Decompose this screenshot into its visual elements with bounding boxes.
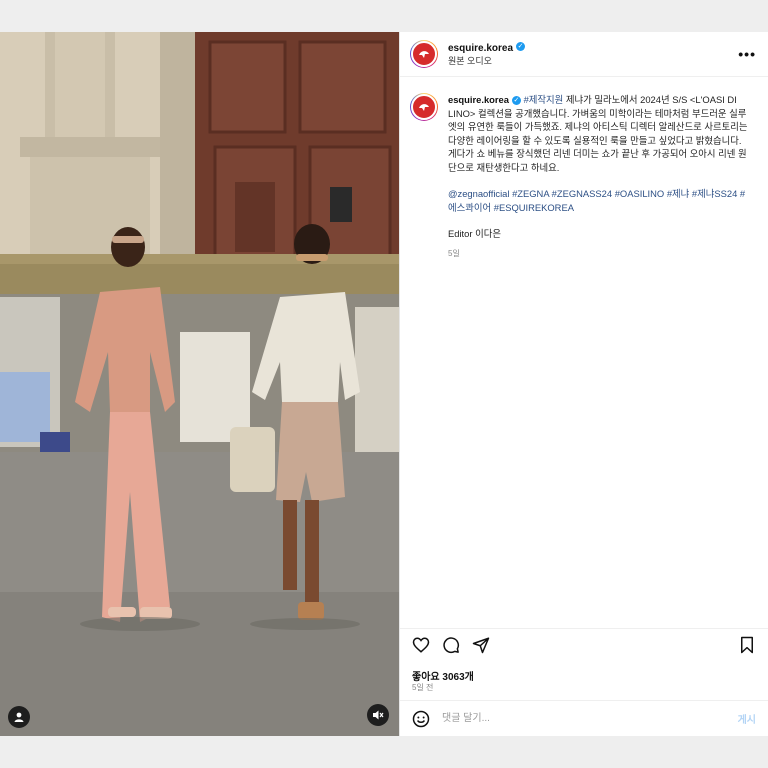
editor-name: 이다은 xyxy=(475,228,501,239)
editor-label: Editor xyxy=(448,228,473,239)
header-text: esquire.korea ✓ 원본 오디오 xyxy=(448,40,738,68)
comment-input[interactable] xyxy=(440,712,738,725)
user-tag-icon[interactable] xyxy=(8,706,30,728)
audio-label[interactable]: 원본 오디오 xyxy=(448,55,738,68)
bookmark-icon[interactable] xyxy=(738,636,756,654)
audio-icon[interactable] xyxy=(367,704,389,726)
esquire-logo-icon xyxy=(411,41,437,67)
likes-count[interactable]: 좋아요 3063개 xyxy=(412,668,474,683)
hashtag-link[interactable]: #제작지원 xyxy=(524,94,564,105)
avatar[interactable] xyxy=(410,93,438,121)
post-media[interactable] xyxy=(0,32,399,736)
runway-photo xyxy=(0,32,399,736)
more-icon[interactable]: ••• xyxy=(738,46,756,62)
comment-icon[interactable] xyxy=(442,636,460,654)
caption-tags[interactable]: @zegnaofficial #ZEGNA #ZEGNASS24 #OASILI… xyxy=(448,187,748,214)
caption-text: 제냐가 밀라노에서 2024년 S/S <L'OASI DI LINO> 컬렉션… xyxy=(448,94,748,173)
account-username[interactable]: esquire.korea xyxy=(448,43,513,54)
action-bar xyxy=(400,628,768,660)
instagram-post: esquire.korea ✓ 원본 오디오 ••• esquire.korea ✓… xyxy=(0,32,768,736)
caption-username[interactable]: esquire.korea xyxy=(448,94,509,105)
caption: esquire.korea ✓ #제작지원 제냐가 밀라노에서 2024년 S/S… xyxy=(400,77,768,260)
post-info-panel: esquire.korea ✓ 원본 오디오 ••• esquire.korea ✓… xyxy=(399,32,768,736)
posted-time: 5일 전 xyxy=(412,683,434,692)
post-comment-button[interactable]: 게시 xyxy=(738,711,756,726)
comment-box: 게시 xyxy=(400,700,768,736)
share-icon[interactable] xyxy=(472,636,490,654)
editor-credit: Editor 이다은 xyxy=(448,227,748,241)
heart-icon[interactable] xyxy=(412,636,430,654)
verified-icon: ✓ xyxy=(511,96,521,106)
caption-body: esquire.korea ✓ #제작지원 제냐가 밀라노에서 2024년 S/S… xyxy=(448,93,748,260)
verified-icon: ✓ xyxy=(516,42,526,52)
emoji-icon[interactable] xyxy=(412,710,430,728)
avatar[interactable] xyxy=(410,40,438,68)
esquire-logo-icon xyxy=(411,94,437,120)
post-header: esquire.korea ✓ 원본 오디오 ••• xyxy=(400,32,768,77)
caption-time: 5일 xyxy=(448,248,460,258)
